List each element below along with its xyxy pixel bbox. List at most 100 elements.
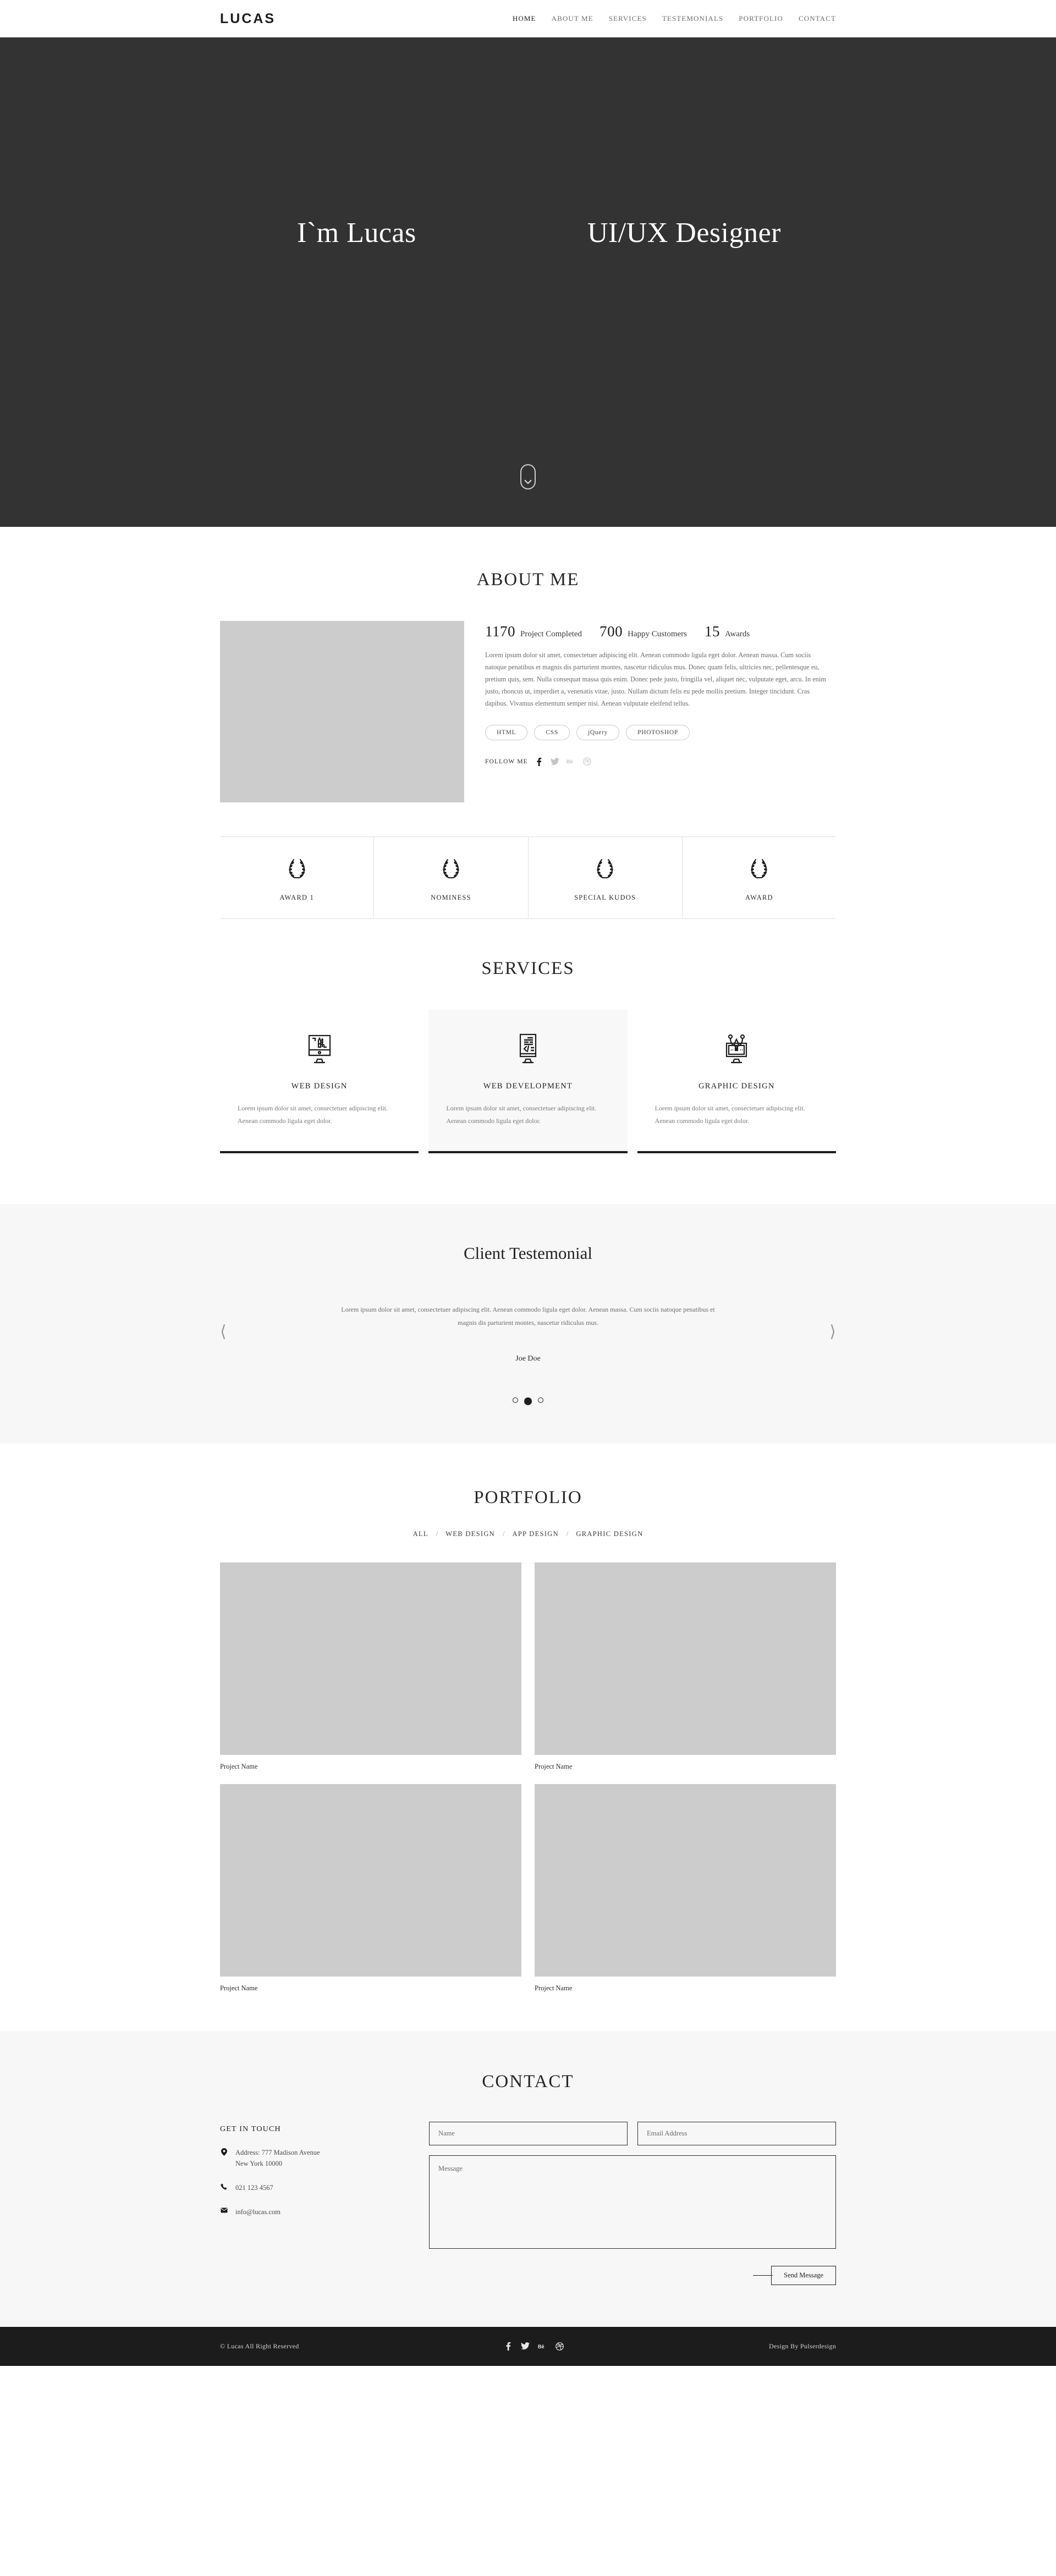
behance-icon[interactable]: Bē	[538, 2342, 547, 2351]
laurel-wreath-icon	[747, 858, 771, 883]
facebook-icon[interactable]	[504, 2342, 513, 2351]
nav-item-contact[interactable]: CONTACT	[799, 14, 836, 23]
nav-item-services[interactable]: SERVICES	[609, 14, 647, 23]
portfolio-section: PORTFOLIO ALL / WEB DESIGN / APP DESIGN …	[0, 1443, 1056, 2031]
nav-item-testemonials[interactable]: TESTEMONIALS	[662, 14, 723, 23]
portfolio-item[interactable]: Project Name	[535, 1562, 836, 1771]
skill-pill-html[interactable]: HTML	[485, 725, 528, 741]
project-thumbnail[interactable]	[535, 1562, 836, 1755]
dribbble-icon[interactable]	[555, 2342, 564, 2351]
svg-text:Bē: Bē	[538, 2344, 544, 2349]
stat-awards: 15 Awards	[705, 623, 750, 640]
nav-item-about-me[interactable]: ABOUT ME	[552, 14, 593, 23]
phone-icon	[220, 2182, 228, 2193]
about-section: ABOUT ME 1170 Project Completed 700 Happ…	[0, 527, 1056, 919]
dribbble-icon[interactable]	[582, 757, 592, 766]
send-message-button[interactable]: Send Message	[771, 2265, 836, 2285]
site-logo[interactable]: LUCAS	[220, 11, 276, 27]
name-input[interactable]	[429, 2121, 628, 2145]
filter-all[interactable]: ALL	[413, 1530, 428, 1538]
address-line-1: Address: 777 Madison Avenue	[235, 2148, 320, 2156]
project-name: Project Name	[535, 1984, 573, 1992]
award-item: AWARD	[683, 837, 836, 918]
skill-pill-jquery[interactable]: jQuery	[576, 725, 620, 741]
laurel-wreath-icon	[439, 858, 463, 883]
filter-separator: /	[502, 1529, 505, 1538]
footer-social-links: Bē	[504, 2342, 564, 2351]
portfolio-item[interactable]: Project Name	[220, 1562, 521, 1771]
project-thumbnail[interactable]	[535, 1784, 836, 1977]
site-header: LUCAS HOME ABOUT ME SERVICES TESTEMONIAL…	[0, 0, 1056, 37]
svg-text:Bē: Bē	[566, 759, 573, 764]
award-name: NOMINESS	[431, 894, 471, 901]
award-name: SPECIAL KUDOS	[574, 894, 636, 901]
award-name: AWARD 1	[279, 894, 314, 901]
footer-credit: Design By Pulserdesign	[769, 2342, 836, 2350]
contact-phone: 021 123 4567	[220, 2182, 402, 2193]
twitter-icon[interactable]	[521, 2342, 530, 2351]
stat-customers: 700 Happy Customers	[600, 623, 687, 640]
service-card-web-design[interactable]: WEB DESIGN Lorem ipsum dolor sit amet, c…	[220, 1010, 419, 1153]
skill-pill-css[interactable]: CSS	[534, 725, 570, 741]
stat-value: 1170	[485, 623, 515, 640]
mouse-scroll-down-icon[interactable]	[520, 464, 536, 489]
nav-item-portfolio[interactable]: PORTFOLIO	[739, 14, 783, 23]
stat-projects: 1170 Project Completed	[485, 623, 582, 640]
project-thumbnail[interactable]	[220, 1784, 521, 1977]
hero-section: I`m Lucas UI/UX Designer	[0, 37, 1056, 527]
testimonial-author: Joe Doe	[515, 1354, 541, 1363]
filter-web-design[interactable]: WEB DESIGN	[446, 1530, 495, 1538]
services-section: SERVICES WEB DESIGN Lorem ipsum dolor si…	[0, 919, 1056, 1204]
portfolio-title: PORTFOLIO	[474, 1487, 582, 1507]
service-description: Lorem ipsum dolor sit amet, consectetuer…	[654, 1104, 805, 1125]
portfolio-item[interactable]: Project Name	[220, 1784, 521, 1992]
filter-graphic-design[interactable]: GRAPHIC DESIGN	[576, 1530, 643, 1538]
portfolio-grid: Project Name Project Name Project Name P…	[220, 1562, 836, 2031]
stat-label: Awards	[724, 630, 750, 639]
email-input[interactable]	[637, 2121, 836, 2145]
hero-left-title: I`m Lucas	[297, 217, 416, 249]
footer-copyright: © Lucas All Right Reserved	[220, 2342, 299, 2350]
about-description: Lorem ipsum dolor sit amet, consectetuer…	[485, 651, 826, 707]
chevron-left-icon[interactable]: ⟨	[220, 1323, 227, 1340]
follow-me-label: FOLLOW ME	[485, 758, 528, 765]
carousel-dot[interactable]	[513, 1397, 518, 1403]
stat-value: 700	[600, 623, 623, 640]
laurel-wreath-icon	[593, 858, 617, 883]
address-line-2: New York 10000	[235, 2159, 283, 2167]
portfolio-item[interactable]: Project Name	[535, 1784, 836, 1992]
about-photo-placeholder	[220, 621, 464, 802]
project-thumbnail[interactable]	[220, 1562, 521, 1755]
filter-separator: /	[566, 1529, 569, 1538]
site-footer: © Lucas All Right Reserved Bē Design By …	[0, 2326, 1056, 2366]
portfolio-filters: ALL / WEB DESIGN / APP DESIGN / GRAPHIC …	[220, 1530, 836, 1538]
envelope-icon	[220, 2206, 228, 2217]
message-textarea[interactable]	[429, 2155, 836, 2249]
service-description: Lorem ipsum dolor sit amet, consectetuer…	[446, 1104, 597, 1125]
carousel-dot-active[interactable]	[524, 1397, 532, 1405]
testimonial-title: Client Testemonial	[463, 1243, 593, 1263]
service-title: WEB DEVELOPMENT	[483, 1082, 573, 1091]
award-item: NOMINESS	[374, 837, 529, 918]
facebook-icon[interactable]	[535, 757, 544, 766]
main-navigation: HOME ABOUT ME SERVICES TESTEMONIALS PORT…	[513, 14, 836, 23]
twitter-icon[interactable]	[551, 757, 560, 766]
service-title: WEB DESIGN	[291, 1082, 348, 1091]
project-name: Project Name	[535, 1762, 573, 1770]
service-card-web-development[interactable]: WEB DEVELOPMENT Lorem ipsum dolor sit am…	[428, 1010, 628, 1153]
stat-value: 15	[704, 623, 720, 640]
project-name: Project Name	[220, 1984, 258, 1992]
nav-item-home[interactable]: HOME	[513, 14, 536, 23]
carousel-dot[interactable]	[538, 1397, 543, 1403]
hero-right-title: UI/UX Designer	[587, 217, 781, 249]
chevron-right-icon[interactable]: ⟩	[829, 1323, 836, 1340]
map-pin-icon	[220, 2147, 228, 2169]
monitor-design-icon	[302, 1034, 337, 1068]
service-card-graphic-design[interactable]: GRAPHIC DESIGN Lorem ipsum dolor sit ame…	[637, 1010, 836, 1153]
filter-app-design[interactable]: APP DESIGN	[512, 1530, 558, 1538]
skill-pill-photoshop[interactable]: PHOTOSHOP	[626, 725, 690, 741]
follow-me-row: FOLLOW ME Bē	[485, 757, 836, 766]
award-item: AWARD 1	[220, 837, 375, 918]
stat-label: Project Completed	[520, 630, 582, 639]
behance-icon[interactable]: Bē	[566, 757, 576, 766]
